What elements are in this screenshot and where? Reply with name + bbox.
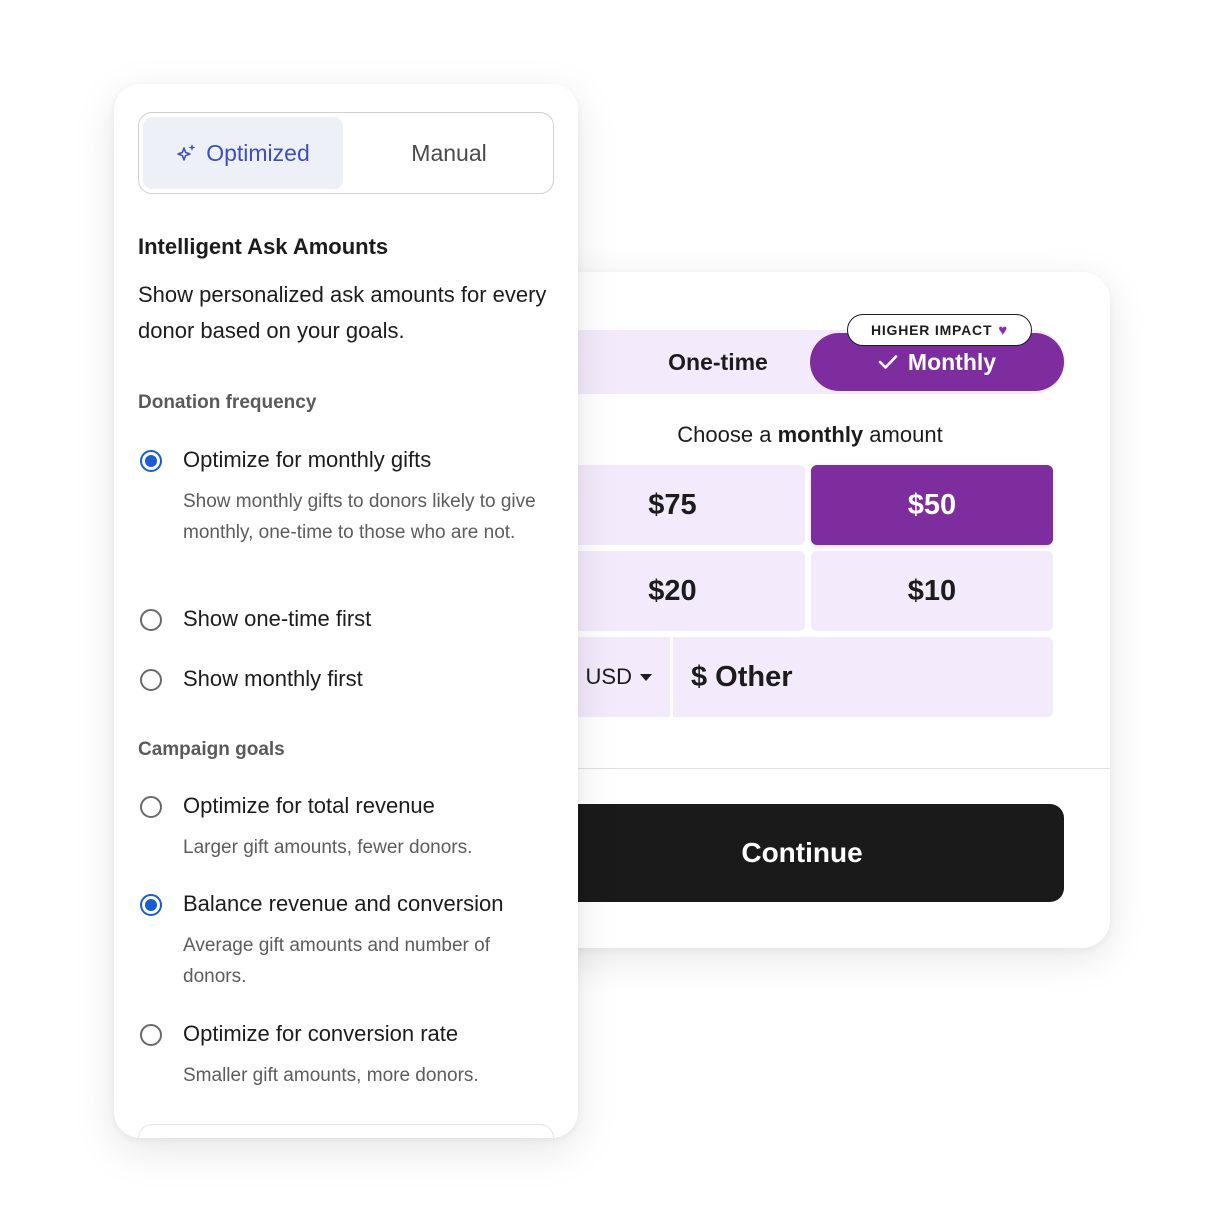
radio-button[interactable] xyxy=(140,450,162,472)
radio-help-text: Smaller gift amounts, more donors. xyxy=(183,1065,479,1086)
radio-conversion-rate[interactable]: Optimize for conversion rate Smaller gif… xyxy=(138,1021,558,1092)
other-amount-input[interactable]: $ Other xyxy=(673,637,1053,717)
radio-label: Optimize for total revenue xyxy=(183,793,435,818)
tab-optimized[interactable]: Optimized xyxy=(143,117,343,189)
one-time-option[interactable]: One-time xyxy=(600,330,836,394)
badge-label: HIGHER IMPACT xyxy=(870,322,993,338)
amount-option-20[interactable]: $20 xyxy=(540,551,805,631)
donation-frequency-heading: Donation frequency xyxy=(138,392,317,413)
radio-button[interactable] xyxy=(140,609,162,631)
radio-help-text: Show monthly gifts to donors likely to g… xyxy=(183,491,536,543)
campaign-goals-heading: Campaign goals xyxy=(138,739,285,760)
radio-label: Balance revenue and conversion xyxy=(183,891,504,916)
radio-button[interactable] xyxy=(140,796,162,818)
radio-label: Show one-time first xyxy=(183,606,372,631)
amount-option-10[interactable]: $10 xyxy=(811,551,1053,631)
amount-option-50[interactable]: $50 xyxy=(811,465,1053,545)
choose-prefix: Choose a xyxy=(677,422,772,447)
radio-optimize-monthly[interactable]: Optimize for monthly gifts Show monthly … xyxy=(138,447,558,578)
currency-label: USD xyxy=(585,664,632,689)
caret-down-icon xyxy=(640,673,652,681)
radio-label: Optimize for monthly gifts xyxy=(183,447,432,472)
checkmark-icon xyxy=(878,355,898,369)
radio-button[interactable] xyxy=(140,669,162,691)
radio-one-time-first[interactable]: Show one-time first xyxy=(138,606,558,637)
radio-button[interactable] xyxy=(140,1024,162,1046)
panel-title: Intelligent Ask Amounts xyxy=(138,234,389,259)
continue-button[interactable]: Continue xyxy=(540,804,1064,902)
radio-help-text: Larger gift amounts, fewer donors. xyxy=(183,837,473,858)
radio-balance-revenue-conversion[interactable]: Balance revenue and conversion Average g… xyxy=(138,891,558,992)
radio-label: Show monthly first xyxy=(183,666,363,691)
cut-off-next-section xyxy=(138,1124,554,1138)
tab-optimized-label: Optimized xyxy=(206,139,310,166)
monthly-label: Monthly xyxy=(907,348,997,375)
radio-help-text: Average gift amounts and number of donor… xyxy=(183,935,491,987)
tab-manual[interactable]: Manual xyxy=(347,117,551,189)
choose-amount-prompt: Choose a monthly amount xyxy=(580,422,1040,448)
ask-amount-settings-panel: Optimized Manual Intelligent Ask Amounts… xyxy=(114,84,578,1138)
radio-total-revenue[interactable]: Optimize for total revenue Larger gift a… xyxy=(138,793,558,864)
choose-suffix: amount xyxy=(869,422,943,447)
mode-toggle: Optimized Manual xyxy=(138,112,554,194)
heart-icon: ♥ xyxy=(998,321,1009,339)
radio-label: Optimize for conversion rate xyxy=(183,1021,459,1046)
radio-monthly-first[interactable]: Show monthly first xyxy=(138,666,558,697)
sparkle-icon xyxy=(177,144,196,161)
choose-emphasis: monthly xyxy=(777,422,864,447)
amount-option-75[interactable]: $75 xyxy=(540,465,805,545)
panel-description: Show personalized ask amounts for every … xyxy=(138,282,547,343)
higher-impact-badge: HIGHER IMPACT ♥ xyxy=(847,314,1032,346)
radio-button[interactable] xyxy=(140,894,162,916)
